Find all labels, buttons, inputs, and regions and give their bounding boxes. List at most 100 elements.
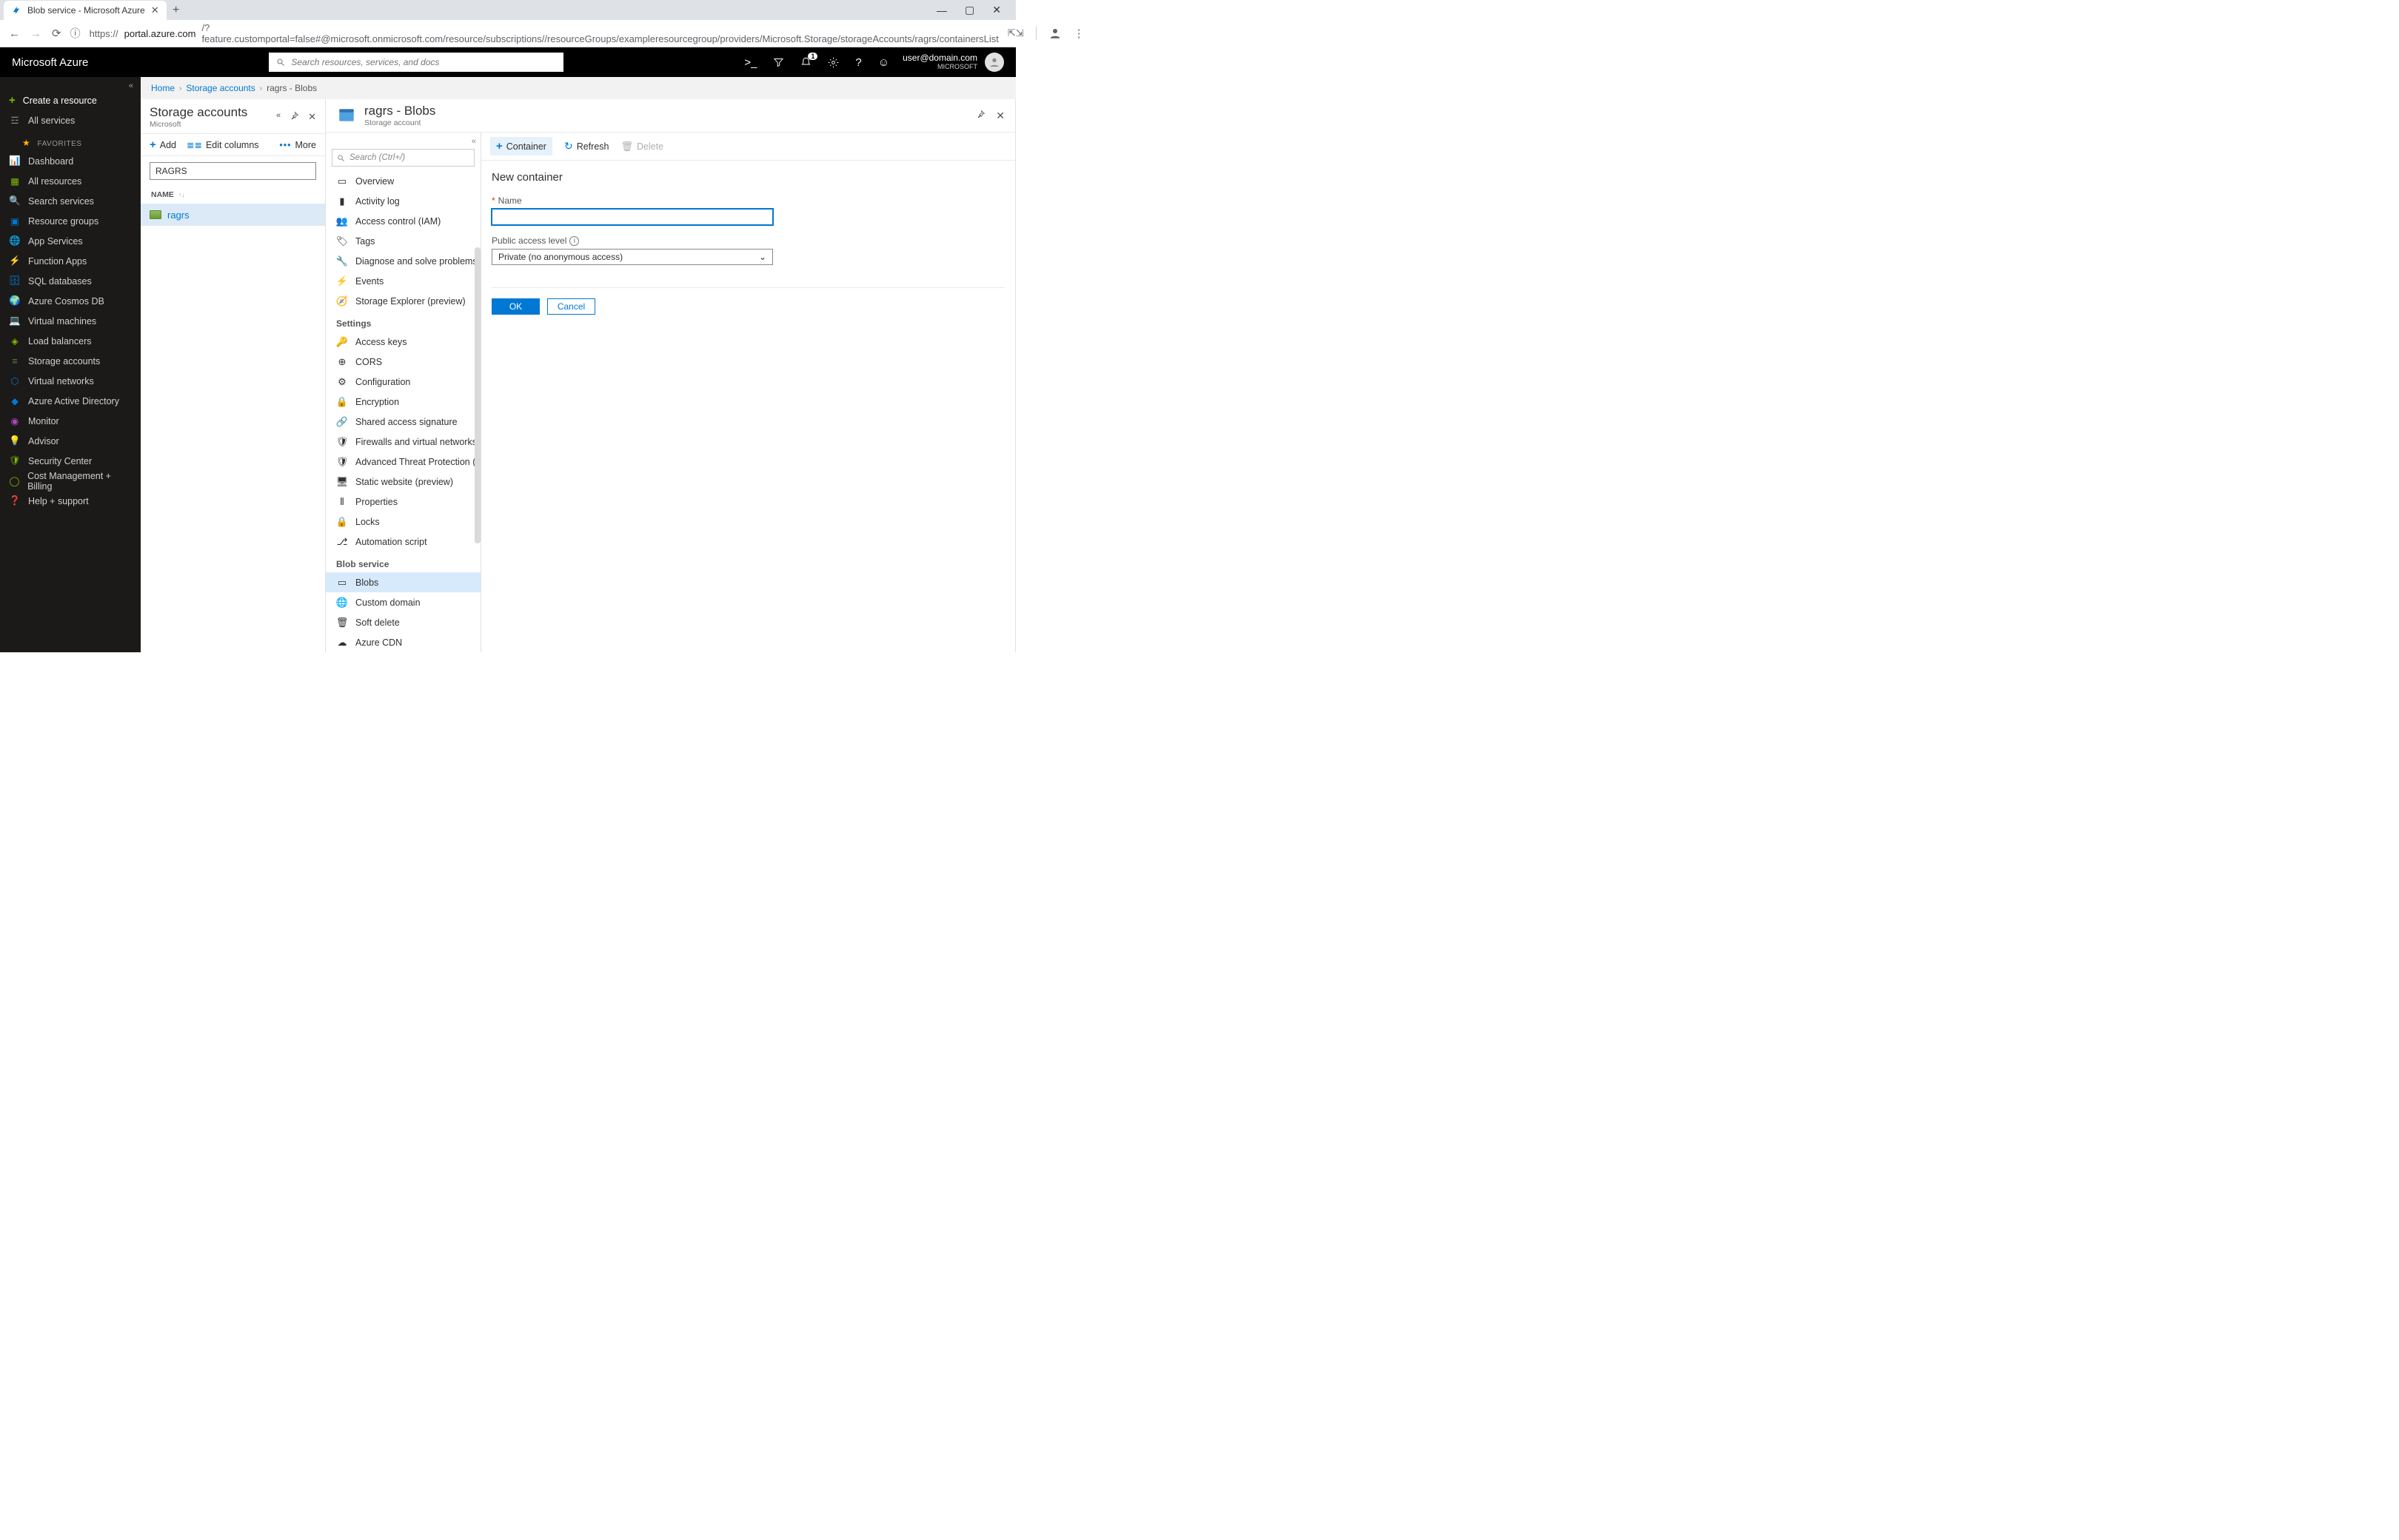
filter-input[interactable]: RAGRS: [150, 162, 316, 180]
profile-icon[interactable]: [1048, 27, 1062, 40]
browser-tab[interactable]: Blob service - Microsoft Azure ✕: [4, 1, 167, 20]
nav-item-sql-databases[interactable]: 🗄SQL databases: [0, 271, 141, 291]
cancel-button[interactable]: Cancel: [547, 298, 595, 315]
menu-item-access-keys[interactable]: 🔑Access keys: [326, 332, 481, 352]
menu-item-icon: 👥: [336, 215, 348, 227]
scrollbar[interactable]: [475, 247, 481, 543]
service-icon: ≡: [9, 356, 21, 366]
browser-menu-icon[interactable]: ⋮: [1074, 27, 1085, 40]
access-level-select[interactable]: Private (no anonymous access) ⌄: [492, 249, 773, 265]
cloud-shell-icon[interactable]: >_: [744, 56, 757, 69]
menu-item-azure-cdn[interactable]: ☁Azure CDN: [326, 632, 481, 652]
container-button[interactable]: + Container: [490, 137, 552, 155]
nav-item-azure-cosmos-db[interactable]: 🌍Azure Cosmos DB: [0, 291, 141, 311]
menu-item-icon: ⫴: [336, 496, 348, 508]
nav-item-resource-groups[interactable]: ▣Resource groups: [0, 211, 141, 231]
more-button[interactable]: ••• More: [279, 140, 316, 150]
reload-button[interactable]: ⟳: [52, 27, 61, 40]
menu-item-shared-access-signature[interactable]: 🔗Shared access signature: [326, 412, 481, 432]
menu-item-diagnose-and-solve-problems[interactable]: 🔧Diagnose and solve problems: [326, 251, 481, 271]
global-search[interactable]: Search resources, services, and docs: [269, 53, 563, 72]
breadcrumb-home[interactable]: Home: [151, 83, 175, 93]
menu-item-tags[interactable]: 🏷Tags: [326, 231, 481, 251]
menu-item-overview[interactable]: ▭Overview: [326, 171, 481, 191]
pin-icon[interactable]: [976, 110, 986, 122]
menu-item-access-control-iam-[interactable]: 👥Access control (IAM): [326, 211, 481, 231]
nav-item-security-center[interactable]: 🛡Security Center: [0, 451, 141, 471]
edit-columns-button[interactable]: ≣≣ Edit columns: [187, 139, 259, 150]
back-button[interactable]: ←: [9, 27, 20, 40]
new-tab-button[interactable]: +: [167, 1, 186, 20]
close-window-button[interactable]: ✕: [992, 4, 1001, 16]
chevron-right-icon: ›: [260, 84, 262, 93]
cast-icon[interactable]: ⇱⇲: [1008, 27, 1024, 39]
menu-item-activity-log[interactable]: ▮Activity log: [326, 191, 481, 211]
menu-item-storage-explorer-preview-[interactable]: 🧭Storage Explorer (preview): [326, 291, 481, 311]
menu-item-advanced-threat-protection-pr-[interactable]: 🛡Advanced Threat Protection (pr...: [326, 452, 481, 472]
site-info-icon[interactable]: ⓘ: [70, 26, 81, 41]
nav-item-azure-active-directory[interactable]: ◆Azure Active Directory: [0, 391, 141, 411]
minimize-button[interactable]: —: [937, 4, 947, 16]
menu-item-static-website-preview-[interactable]: 🖥Static website (preview): [326, 472, 481, 492]
info-icon[interactable]: i: [569, 236, 579, 246]
close-blade-icon[interactable]: ✕: [308, 111, 316, 123]
ok-button[interactable]: OK: [492, 298, 540, 315]
menu-item-properties[interactable]: ⫴Properties: [326, 492, 481, 512]
menu-search[interactable]: Search (Ctrl+/): [332, 149, 475, 167]
nav-item-advisor[interactable]: 💡Advisor: [0, 431, 141, 451]
menu-item-cors[interactable]: ⊕CORS: [326, 352, 481, 372]
storage-account-row[interactable]: ragrs: [141, 204, 325, 226]
blade-subtitle: Microsoft: [150, 120, 247, 129]
forward-button[interactable]: →: [30, 27, 41, 40]
directory-filter-icon[interactable]: [773, 57, 784, 68]
azure-favicon: [11, 5, 21, 16]
nav-item-function-apps[interactable]: ⚡Function Apps: [0, 251, 141, 271]
menu-item-automation-script[interactable]: ⎇Automation script: [326, 532, 481, 552]
menu-item-soft-delete[interactable]: 🗑Soft delete: [326, 612, 481, 632]
create-resource[interactable]: + Create a resource: [0, 90, 141, 110]
nav-item-load-balancers[interactable]: ◈Load balancers: [0, 331, 141, 351]
refresh-icon: ↻: [564, 140, 573, 153]
nav-item-storage-accounts[interactable]: ≡Storage accounts: [0, 351, 141, 371]
feedback-icon[interactable]: ☺: [878, 56, 889, 69]
user-menu[interactable]: user@domain.com MICROSOFT: [903, 53, 1004, 72]
storage-account-link[interactable]: ragrs: [167, 210, 190, 221]
nav-item-search-services[interactable]: 🔍Search services: [0, 191, 141, 211]
address-bar[interactable]: https://portal.azure.com/?feature.custom…: [90, 22, 999, 44]
azure-brand[interactable]: Microsoft Azure: [12, 56, 88, 69]
menu-item-encryption[interactable]: 🔒Encryption: [326, 392, 481, 412]
menu-item-configuration[interactable]: ⚙Configuration: [326, 372, 481, 392]
maximize-button[interactable]: ▢: [965, 4, 974, 16]
nav-item-app-services[interactable]: 🌐App Services: [0, 231, 141, 251]
menu-item-firewalls-and-virtual-networks[interactable]: 🛡Firewalls and virtual networks: [326, 432, 481, 452]
container-name-input[interactable]: [492, 209, 773, 225]
refresh-button[interactable]: ↻ Refresh: [564, 140, 609, 153]
nav-item-cost-management-billing[interactable]: ◯Cost Management + Billing: [0, 471, 141, 491]
menu-item-icon: 🗑: [336, 617, 348, 629]
nav-item-dashboard[interactable]: 📊Dashboard: [0, 151, 141, 171]
settings-icon[interactable]: [828, 57, 839, 68]
nav-item-virtual-machines[interactable]: 💻Virtual machines: [0, 311, 141, 331]
menu-item-blobs[interactable]: ▭Blobs: [326, 572, 481, 592]
nav-item-all-resources[interactable]: ▦All resources: [0, 171, 141, 191]
notifications-icon[interactable]: 1: [800, 57, 812, 68]
add-button[interactable]: + Add: [150, 138, 176, 151]
help-icon[interactable]: ?: [855, 56, 861, 69]
nav-item-monitor[interactable]: ◉Monitor: [0, 411, 141, 431]
service-icon: 🔍: [9, 195, 21, 207]
nav-item-virtual-networks[interactable]: ⬡Virtual networks: [0, 371, 141, 391]
pin-icon[interactable]: [290, 111, 299, 123]
all-services[interactable]: ☲ All services: [0, 110, 141, 130]
form-title: New container: [492, 171, 1005, 184]
collapse-blade-icon[interactable]: «: [276, 111, 281, 123]
breadcrumb-storage-accounts[interactable]: Storage accounts: [186, 83, 255, 93]
nav-item-help-support[interactable]: ❓Help + support: [0, 491, 141, 511]
close-tab-icon[interactable]: ✕: [151, 4, 159, 16]
close-blade-icon[interactable]: ✕: [996, 110, 1005, 122]
menu-item-custom-domain[interactable]: 🌐Custom domain: [326, 592, 481, 612]
menu-item-locks[interactable]: 🔒Locks: [326, 512, 481, 532]
collapse-menu-icon[interactable]: «: [326, 133, 481, 146]
collapse-nav-icon[interactable]: «: [0, 77, 141, 90]
menu-item-events[interactable]: ⚡Events: [326, 271, 481, 291]
column-header-name[interactable]: NAME ↑↓: [141, 186, 325, 204]
